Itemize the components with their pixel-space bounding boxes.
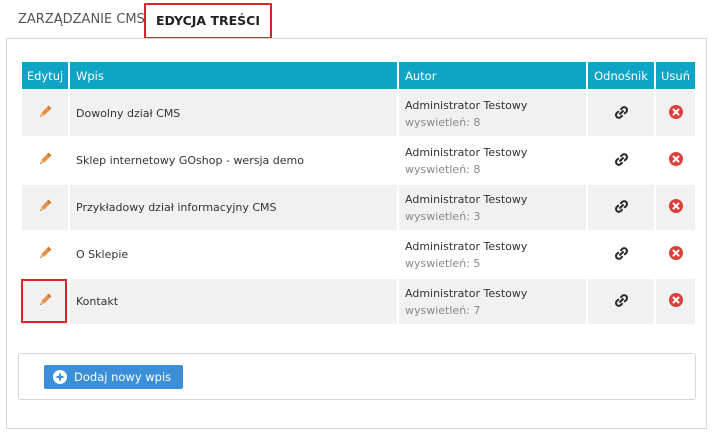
author-name: Administrator Testowy [405,145,528,159]
link-icon[interactable] [613,292,630,312]
pencil-icon[interactable] [37,198,53,214]
plus-circle-icon [53,370,67,384]
author-cell: Administrator Testowy wyswietleń: 8 [399,91,586,136]
edit-cell [22,185,68,230]
view-count: wyswietleń: 8 [405,115,481,129]
highlight-box [21,279,67,323]
pencil-icon[interactable] [37,245,53,261]
edit-cell [22,91,68,136]
author-cell: Administrator Testowy wyswietleń: 8 [399,138,586,183]
view-count: wyswietleń: 7 [405,303,481,317]
link-icon[interactable] [613,151,630,171]
table-header-row: Edytuj Wpis Autor Odnośnik Usuń [22,62,695,89]
content-panel: Edytuj Wpis Autor Odnośnik Usuń Dowolny … [6,38,707,429]
entry-title[interactable]: Kontakt [70,279,397,324]
author-name: Administrator Testowy [405,239,528,253]
delete-icon[interactable] [668,293,683,310]
table-row: O Sklepie Administrator Testowy wyswietleń… [22,232,695,277]
add-entry-label: Dodaj nowy wpis [74,370,172,384]
delete-cell [656,138,695,183]
view-count: wyswietleń: 3 [405,209,481,223]
edit-cell [22,138,68,183]
view-count: wyswietleń: 8 [405,162,481,176]
add-entry-button[interactable]: Dodaj nowy wpis [44,365,183,389]
table-row: Sklep internetowy GOshop - wersja demo Ad… [22,138,695,183]
entry-title[interactable]: Dowolny dział CMS [70,91,397,136]
author-name: Administrator Testowy [405,286,528,300]
header-link: Odnośnik [588,62,654,89]
link-icon[interactable] [613,245,630,265]
author-cell: Administrator Testowy wyswietleń: 7 [399,279,586,324]
link-cell [588,232,654,277]
delete-icon[interactable] [668,246,683,263]
entry-title[interactable]: Przykładowy dział informacyjny CMS [70,185,397,230]
author-cell: Administrator Testowy wyswietleń: 5 [399,232,586,277]
header-edit: Edytuj [22,62,68,89]
edit-cell [21,279,68,324]
pencil-icon[interactable] [37,151,53,167]
header-delete: Usuń [656,62,695,89]
delete-cell [656,279,695,324]
entries-table: Edytuj Wpis Autor Odnośnik Usuń Dowolny … [20,60,697,326]
link-cell [588,185,654,230]
header-entry: Wpis [70,62,397,89]
delete-cell [656,91,695,136]
delete-cell [656,232,695,277]
table-row: Dowolny dział CMS Administrator Testowy wy… [22,91,695,136]
link-cell [588,91,654,136]
footer-actions: Dodaj nowy wpis [18,353,696,400]
entry-title[interactable]: Sklep internetowy GOshop - wersja demo [70,138,397,183]
pencil-icon[interactable] [37,104,53,120]
tab-content-editing[interactable]: EDYCJA TREŚCI [144,3,272,39]
entry-title[interactable]: O Sklepie [70,232,397,277]
author-name: Administrator Testowy [405,98,528,112]
delete-icon[interactable] [668,105,683,122]
delete-icon[interactable] [668,199,683,216]
author-cell: Administrator Testowy wyswietleń: 3 [399,185,586,230]
delete-cell [656,185,695,230]
link-icon[interactable] [613,198,630,218]
tab-bar: ZARZĄDZANIE CMS EDYCJA TREŚCI [6,0,706,39]
delete-icon[interactable] [668,152,683,169]
table-row: Kontakt Administrator Testowy wyswietleń: … [21,279,695,324]
link-cell [588,279,654,324]
tab-cms-management[interactable]: ZARZĄDZANIE CMS [6,5,157,35]
header-author: Autor [399,62,586,89]
edit-cell [22,232,68,277]
author-name: Administrator Testowy [405,192,528,206]
link-icon[interactable] [613,104,630,124]
table-row: Przykładowy dział informacyjny CMS Admini… [22,185,695,230]
view-count: wyswietleń: 5 [405,256,481,270]
link-cell [588,138,654,183]
